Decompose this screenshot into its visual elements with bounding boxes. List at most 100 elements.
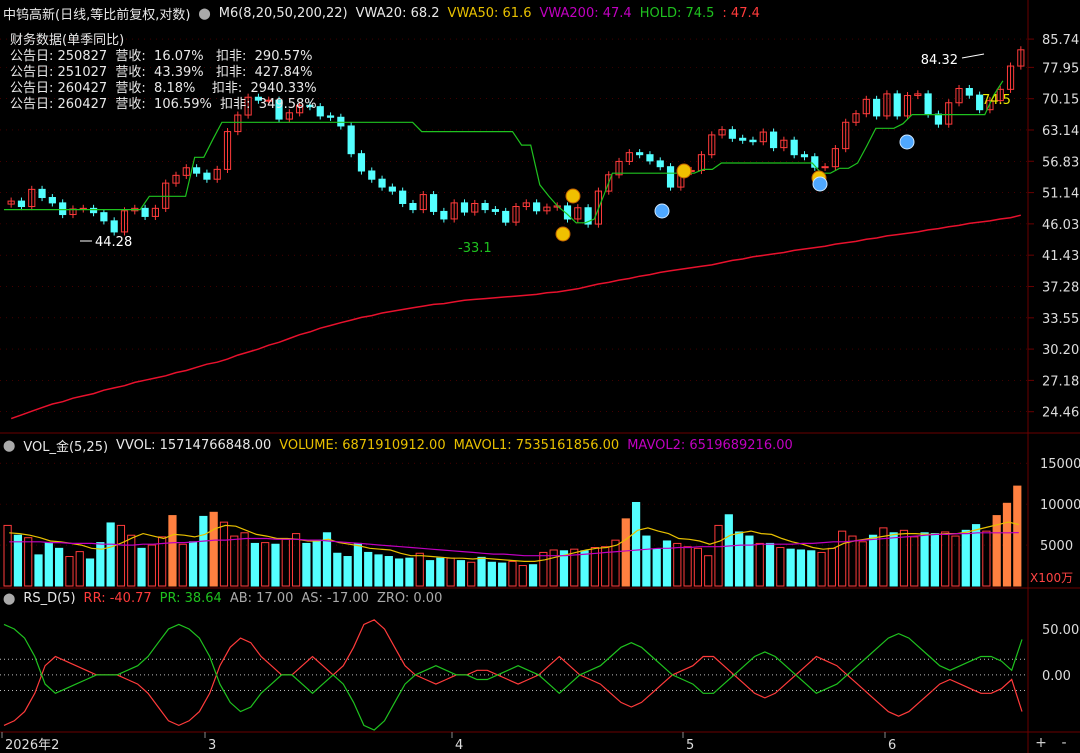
mavol2-line [9,532,1019,557]
financial-row: 公告日: 260427 营收: 106.59% 扣非: 349.58% [10,97,317,112]
x-tick-label: 3 [208,738,216,753]
candle [17,200,26,208]
y-tick-label: 5000 [1040,539,1073,554]
volume-bar [796,549,806,587]
ma-long-line [10,214,1021,420]
volume-bar [250,542,259,587]
y-tick-label: 0.00 [1042,669,1071,684]
candle [337,116,345,127]
rr-value: RR: -40.77 [83,590,152,606]
stock-name[interactable]: 中钨高新(日线,等比前复权,对数) [3,4,190,23]
volume-bar [580,550,589,587]
candle [357,153,366,172]
dropdown-icon[interactable]: ⬤ [3,592,15,605]
high-price-label: 84.32 [921,53,958,68]
volume-bar [1013,485,1022,587]
volume-bar [673,542,682,587]
volume-bar [44,542,53,587]
volume-bar [364,551,373,587]
volume-bar [106,522,115,587]
candle [378,178,386,188]
volume-indicator-name[interactable]: VOL_金(5,25) [23,436,108,455]
volume-bar [807,550,816,587]
candle [388,186,396,192]
volume-header: ⬤ VOL_金(5,25) VVOL: 15714766848.00 VOLUM… [3,436,793,455]
vwa200-value: VWA200: 47.4 [539,5,632,21]
volume-bar [528,564,538,587]
candle [326,115,335,118]
volume-bar [735,531,744,587]
candle [491,209,499,212]
volume-bar [961,529,970,587]
volume-bar [13,534,23,587]
zoom-out-button[interactable]: - [1055,734,1073,752]
y-tick-label: 63.14 [1042,124,1079,139]
volume-bar [910,536,919,587]
volume-bar [611,539,620,587]
ma-indicator-label[interactable]: M6(8,20,50,200,22) [219,6,348,21]
volume-bar [518,565,527,587]
rs-header: ⬤ RS_D(5) RR: -40.77 PR: 38.64 AB: 17.00… [3,589,442,607]
x-tick-label: 2026年2 [5,738,59,753]
volume-bar [508,560,517,587]
financial-title: 财务数据(单季同比) [10,33,125,48]
rs-series-line [3,623,1023,731]
rs-indicator-name[interactable]: RS_D(5) [23,591,75,606]
vvol-value: VVOL: 15714766848.00 [116,437,272,453]
x-tick-label: 4 [455,738,463,753]
sell-signal-icon [654,203,670,219]
volume-bar [85,558,95,587]
candle [59,202,67,216]
candle [666,166,675,188]
y-tick-label: 56.83 [1042,155,1079,170]
candle [48,197,56,204]
y-tick-label: 24.46 [1042,406,1079,421]
buy-signal-icon [565,188,581,204]
volume-bar [425,560,435,587]
candle [193,167,201,174]
dropdown-icon[interactable]: ⬤ [198,7,210,20]
candle [399,190,407,204]
volume-bar [487,561,496,587]
buy-signal-icon [555,226,571,242]
y-tick-label: 85.74 [1042,33,1079,48]
volume-bar [889,532,898,587]
vwa20-value: VWA20: 68.2 [355,5,440,21]
volume-bar [1002,502,1012,587]
volume-bar [395,558,404,587]
hold-value: HOLD: 74.5 [639,5,715,21]
volume-bar [384,556,393,587]
volume-bar [75,551,84,587]
candle [656,160,664,168]
candle [440,210,448,220]
mavol1-line [9,521,1019,562]
candle [790,139,798,156]
volume-bar [971,524,981,587]
buy-signal-icon [676,163,692,179]
volume-bar [498,562,507,587]
main-chart-header: 中钨高新(日线,等比前复权,对数) ⬤ M6(8,20,50,200,22) V… [3,4,760,23]
candle [100,212,108,222]
volume-bar [240,532,249,587]
volume-bar [899,529,909,587]
dropdown-icon[interactable]: ⬤ [3,439,15,452]
volume-bar [652,548,661,587]
volume-bar [477,556,486,587]
candle [965,88,973,96]
candle [739,137,747,141]
volume-bar [786,548,795,587]
y-tick-label: 77.95 [1042,61,1079,76]
volume-bar [209,511,218,587]
candle [481,202,489,211]
y-tick-label: 15000 [1040,457,1080,472]
volume-bar [930,533,939,587]
candle [141,207,149,217]
candle [646,154,654,162]
candle [934,113,943,125]
volume-bar [704,555,713,587]
volume-bar [868,534,878,587]
y-tick-label: 33.55 [1042,312,1079,327]
candle [769,131,778,149]
financial-row: 公告日: 251027 营收: 43.39% 扣非: 427.84% [10,65,313,80]
zoom-in-button[interactable]: + [1032,734,1050,752]
